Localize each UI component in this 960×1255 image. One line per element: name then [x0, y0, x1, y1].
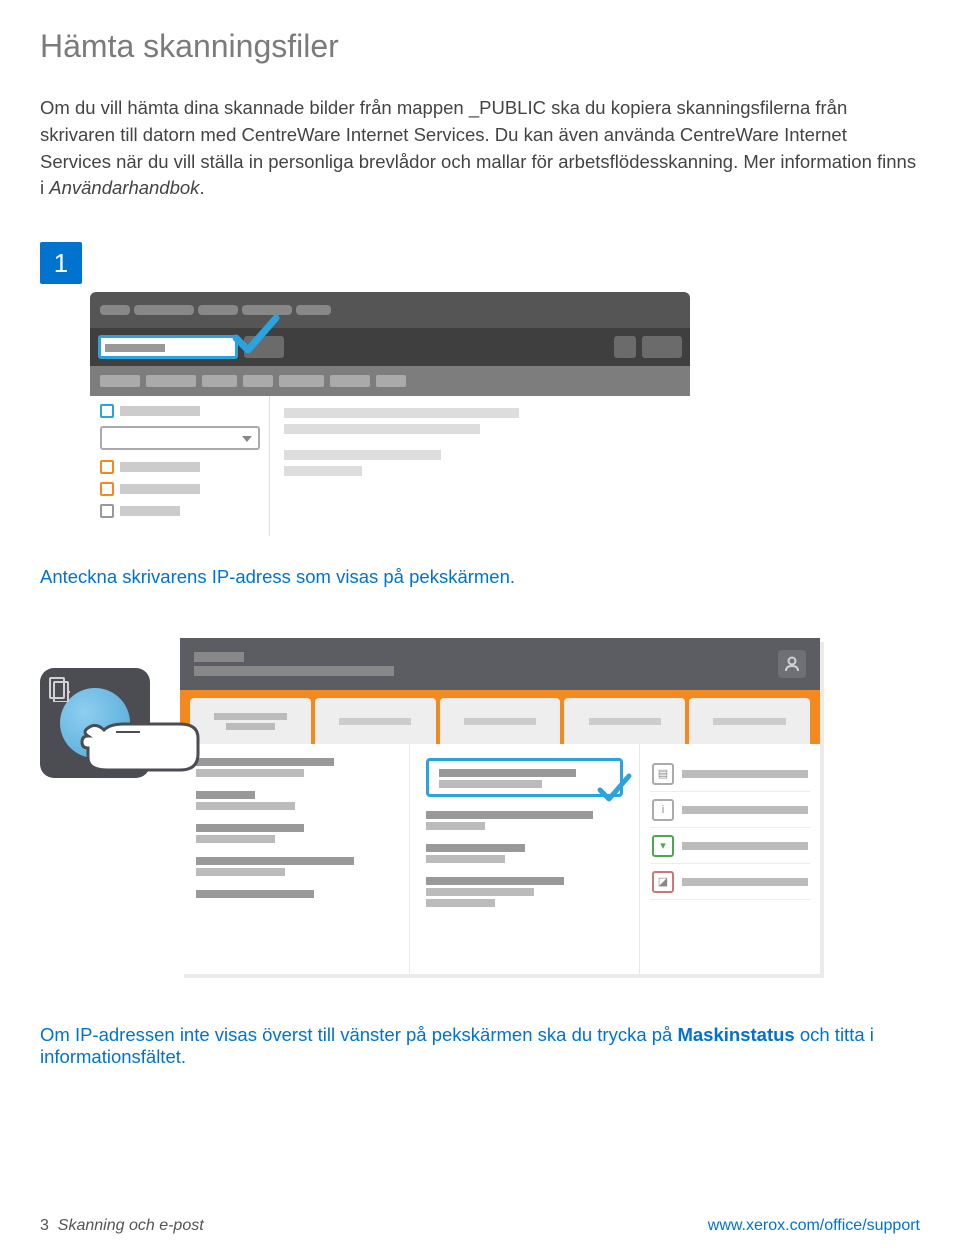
browser-main: [270, 396, 690, 536]
info-column-2: [410, 744, 640, 974]
page-title: Hämta skanningsfiler: [40, 28, 920, 65]
options-column: ▤ i ▾ ◪: [640, 744, 820, 974]
step-note-caption: Om IP-adressen inte visas överst till vä…: [40, 1024, 920, 1068]
option-row[interactable]: i: [650, 792, 810, 828]
ip-address-field-highlighted: [426, 758, 623, 797]
address-bar-highlighted[interactable]: [98, 335, 238, 359]
touchscreen-figure: ▤ i ▾ ◪: [40, 638, 920, 974]
page-footer: 3 Skanning och e-post www.xerox.com/offi…: [40, 1217, 920, 1235]
caption2-part1: Om IP-adressen inte visas överst till vä…: [40, 1024, 677, 1045]
option-row[interactable]: ▾: [650, 828, 810, 864]
hand-pointer-icon: [80, 718, 200, 778]
support-link[interactable]: www.xerox.com/office/support: [708, 1217, 920, 1235]
tab[interactable]: [190, 698, 311, 744]
section-name: Skanning och e-post: [58, 1217, 204, 1234]
folder-icon: [100, 504, 114, 518]
browser-subbar: [90, 366, 690, 396]
option-row[interactable]: ▤: [650, 756, 810, 792]
toolbar-help-icon[interactable]: [614, 336, 636, 358]
intro-paragraph: Om du vill hämta dina skannade bilder fr…: [40, 95, 920, 202]
checkmark-icon: [230, 310, 280, 360]
option-row[interactable]: ◪: [650, 864, 810, 900]
touchscreen-header: [180, 638, 820, 690]
status-icon: ▾: [652, 835, 674, 857]
tab[interactable]: [564, 698, 685, 744]
folder-icon: [100, 460, 114, 474]
toolbar-button[interactable]: [642, 336, 682, 358]
folder-icon: [100, 404, 114, 418]
document-icon: [48, 676, 70, 702]
caption2-bold: Maskinstatus: [677, 1024, 794, 1045]
info-icon: i: [652, 799, 674, 821]
step-1-badge: 1: [40, 242, 82, 284]
page-number: 3: [40, 1217, 49, 1234]
chart-icon: ◪: [652, 871, 674, 893]
intro-italic: Användarhandbok: [49, 177, 199, 198]
step-1-caption: Anteckna skrivarens IP-adress som visas …: [40, 566, 920, 588]
touchscreen-ui: ▤ i ▾ ◪: [180, 638, 820, 974]
browser-toolbar: [90, 328, 690, 366]
tab[interactable]: [689, 698, 810, 744]
checkmark-icon: [596, 770, 632, 806]
folder-icon: [100, 482, 114, 496]
user-icon[interactable]: [778, 650, 806, 678]
tab[interactable]: [440, 698, 561, 744]
intro-end: .: [199, 177, 204, 198]
tab[interactable]: [315, 698, 436, 744]
browser-screenshot: [90, 292, 690, 536]
touchscreen-tabs: [180, 690, 820, 744]
browser-sidebar: [90, 396, 270, 536]
browser-titlebar: [90, 292, 690, 328]
sidebar-dropdown[interactable]: [100, 426, 260, 450]
info-column-1: [180, 744, 410, 974]
paper-icon: ▤: [652, 763, 674, 785]
